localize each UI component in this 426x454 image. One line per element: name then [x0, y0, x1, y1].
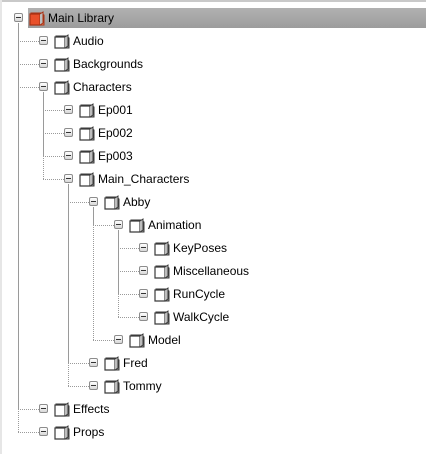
tree-node-label: Audio — [73, 34, 104, 48]
collapse-toggle-icon[interactable] — [39, 59, 48, 68]
folder-icon — [153, 262, 171, 280]
tree-node[interactable]: Audio — [0, 31, 426, 51]
tree-node-label: RunCycle — [173, 287, 226, 301]
folder-icon — [103, 354, 121, 372]
collapse-toggle-icon[interactable] — [139, 289, 148, 298]
collapse-toggle-icon[interactable] — [89, 197, 98, 206]
collapse-toggle-icon[interactable] — [139, 312, 148, 321]
tree-node[interactable]: Backgrounds — [0, 54, 426, 74]
tree-node[interactable]: RunCycle — [0, 284, 426, 304]
collapse-toggle-icon[interactable] — [139, 243, 148, 252]
tree-node[interactable]: Ep003 — [0, 146, 426, 166]
collapse-toggle-icon[interactable] — [39, 404, 48, 413]
folder-icon — [78, 124, 96, 142]
tree-node-label: Ep002 — [98, 126, 133, 140]
tree-node[interactable]: Ep001 — [0, 100, 426, 120]
folder-icon — [78, 170, 96, 188]
tree-node[interactable]: Model — [0, 330, 426, 350]
collapse-toggle-icon[interactable] — [39, 36, 48, 45]
library-folder-icon — [28, 9, 46, 27]
tree-node-label: Backgrounds — [73, 57, 144, 71]
tree-node-label: Main_Characters — [98, 172, 190, 186]
tree-node[interactable]: Props — [0, 422, 426, 442]
collapse-toggle-icon[interactable] — [39, 427, 48, 436]
folder-icon — [103, 193, 121, 211]
folder-icon — [153, 285, 171, 303]
collapse-toggle-icon[interactable] — [64, 128, 73, 137]
tree-node-label: Model — [148, 333, 181, 347]
tree-node-selected[interactable]: Main Library — [14, 8, 426, 28]
tree-node[interactable]: Abby — [0, 192, 426, 212]
tree-node-label: Abby — [123, 195, 151, 209]
tree-node-label: Fred — [123, 356, 148, 370]
collapse-toggle-icon[interactable] — [139, 266, 148, 275]
tree-node-label: Animation — [148, 218, 202, 232]
tree-node-label: WalkCycle — [173, 310, 230, 324]
collapse-toggle-icon[interactable] — [64, 174, 73, 183]
folder-icon — [53, 78, 71, 96]
tree-node[interactable]: WalkCycle — [0, 307, 426, 327]
tree-node[interactable]: KeyPoses — [0, 238, 426, 258]
tree-node-label: Characters — [73, 80, 132, 94]
collapse-toggle-icon[interactable] — [64, 105, 73, 114]
collapse-toggle-icon[interactable] — [89, 358, 98, 367]
tree-node-label: Effects — [73, 402, 110, 416]
tree-node[interactable]: Animation — [0, 215, 426, 235]
folder-icon — [53, 423, 71, 441]
tree-node-label: Props — [73, 425, 105, 439]
collapse-toggle-icon[interactable] — [114, 220, 123, 229]
tree-node-label: Miscellaneous — [173, 264, 250, 278]
tree-node-label: Main Library — [48, 11, 115, 25]
tree-node-label: Ep001 — [98, 103, 133, 117]
tree-node-label: Tommy — [123, 379, 162, 393]
collapse-toggle-icon[interactable] — [14, 13, 23, 22]
tree-node-label: Ep003 — [98, 149, 133, 163]
folder-icon — [153, 239, 171, 257]
folder-icon — [53, 32, 71, 50]
collapse-toggle-icon[interactable] — [114, 335, 123, 344]
library-tree[interactable]: Main Library Audio Backgrounds Characters Ep… — [0, 0, 426, 454]
tree-node[interactable]: Characters — [0, 77, 426, 97]
collapse-toggle-icon[interactable] — [89, 381, 98, 390]
tree-node-label: KeyPoses — [173, 241, 228, 255]
tree-node[interactable]: Miscellaneous — [0, 261, 426, 281]
tree-node[interactable]: Fred — [0, 353, 426, 373]
folder-icon — [53, 55, 71, 73]
tree-node[interactable]: Main_Characters — [0, 169, 426, 189]
tree-node[interactable]: Tommy — [0, 376, 426, 396]
folder-icon — [128, 216, 146, 234]
folder-icon — [78, 101, 96, 119]
tree-node[interactable]: Effects — [0, 399, 426, 419]
folder-icon — [53, 400, 71, 418]
folder-icon — [103, 377, 121, 395]
tree-node[interactable]: Ep002 — [0, 123, 426, 143]
folder-icon — [153, 308, 171, 326]
folder-icon — [78, 147, 96, 165]
folder-icon — [128, 331, 146, 349]
collapse-toggle-icon[interactable] — [39, 82, 48, 91]
collapse-toggle-icon[interactable] — [64, 151, 73, 160]
